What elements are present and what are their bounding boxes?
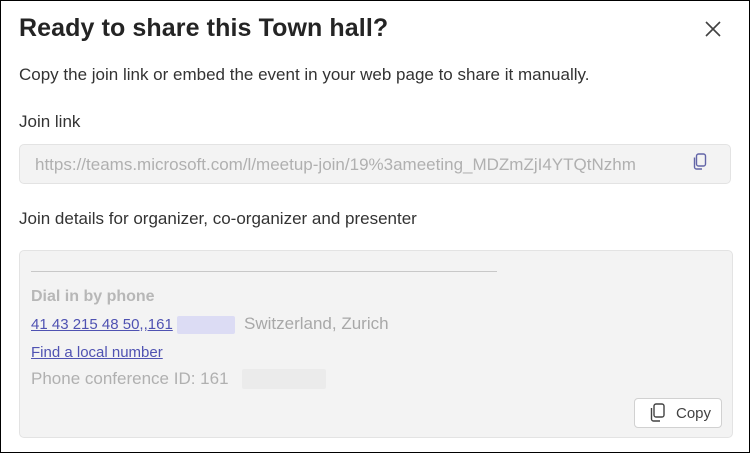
copy-details-button[interactable]: Copy — [634, 398, 722, 428]
divider — [31, 271, 497, 272]
copy-icon — [649, 403, 667, 423]
copy-icon — [692, 152, 708, 176]
phone-number-link[interactable]: 41 43 215 48 50,,161 — [31, 316, 173, 333]
close-button[interactable] — [697, 15, 729, 47]
close-icon — [704, 20, 722, 43]
conference-id: Phone conference ID: 161 — [31, 369, 229, 388]
join-details-panel: Dial in by phone 41 43 215 48 50,,161 Sw… — [19, 250, 733, 438]
copy-button-label: Copy — [676, 404, 712, 422]
phone-location: Switzerland, Zurich — [244, 314, 389, 333]
redacted-conference-id — [242, 369, 326, 389]
copy-link-button[interactable] — [690, 152, 710, 176]
share-dialog: Ready to share this Town hall? Copy the … — [0, 0, 750, 453]
dial-in-heading: Dial in by phone — [31, 288, 155, 305]
redacted-phone-digits — [177, 316, 235, 334]
join-link-field[interactable]: https://teams.microsoft.com/l/meetup-joi… — [19, 144, 731, 184]
find-local-number-link[interactable]: Find a local number — [31, 344, 163, 361]
join-link-value[interactable]: https://teams.microsoft.com/l/meetup-joi… — [35, 155, 675, 175]
join-link-label: Join link — [19, 112, 81, 131]
join-details-label: Join details for organizer, co-organizer… — [19, 209, 417, 228]
dialog-description: Copy the join link or embed the event in… — [19, 65, 590, 84]
dialog-title: Ready to share this Town hall? — [19, 14, 389, 42]
